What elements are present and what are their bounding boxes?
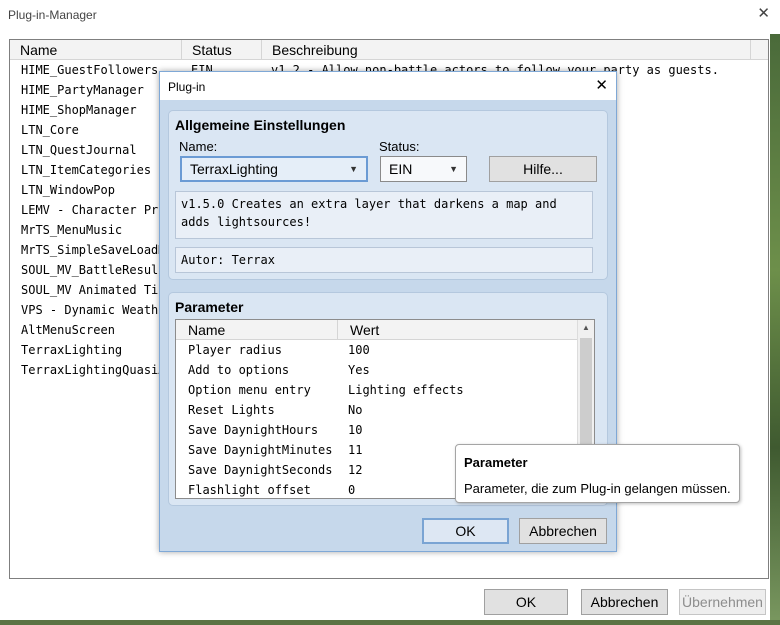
name-dropdown-value: TerraxLighting [190, 161, 278, 177]
apply-button[interactable]: Übernehmen [679, 589, 766, 615]
parameter-value: No [348, 403, 363, 417]
tooltip-title: Parameter [464, 455, 528, 470]
plugin-name: MrTS_MenuMusic [21, 223, 123, 237]
plugin-name: LTN_WindowPop [21, 183, 115, 197]
plugin-name: LTN_ItemCategories [21, 163, 152, 177]
ok-button[interactable]: OK [484, 589, 568, 615]
parameter-row[interactable]: Player radius 100 [176, 340, 578, 360]
parameter-name: Save DaynightHours [188, 423, 319, 437]
chevron-down-icon: ▼ [349, 164, 358, 174]
status-dropdown[interactable]: EIN ▼ [380, 156, 467, 182]
parameter-row[interactable]: Reset Lights No [176, 400, 578, 420]
plugin-name: HIME_GuestFollowers [21, 63, 159, 77]
parameter-value: Yes [348, 363, 370, 377]
parameter-name: Save DaynightMinutes [188, 443, 333, 457]
parameter-row[interactable]: Add to options Yes [176, 360, 578, 380]
column-header-status[interactable]: Status [182, 40, 262, 60]
plugin-name: MrTS_SimpleSaveLoadMe [21, 243, 173, 257]
tooltip-text: Parameter, die zum Plug-in gelangen müss… [464, 481, 731, 496]
plugin-name: SOUL_MV_BattleResults [21, 263, 173, 277]
description-box: v1.5.0 Creates an extra layer that darke… [175, 191, 593, 239]
parameter-value: 0 [348, 483, 356, 497]
chevron-down-icon: ▼ [449, 164, 458, 174]
plugin-name: VPS - Dynamic Weather [21, 303, 173, 317]
plugin-name: LTN_QuestJournal [21, 143, 137, 157]
parameter-tooltip: Parameter Parameter, die zum Plug-in gel… [455, 444, 740, 503]
plugin-name: TerraxLightingQuasiAB [21, 363, 173, 377]
dialog-ok-button[interactable]: OK [422, 518, 509, 544]
parameter-row[interactable]: Save DaynightHours 10 [176, 420, 578, 440]
parameter-table-header: Name Wert [176, 320, 578, 340]
status-label: Status: [379, 139, 420, 154]
dialog-close-icon[interactable]: ✕ [595, 76, 608, 94]
game-background-bottom [0, 620, 780, 625]
plugin-name: HIME_ShopManager [21, 103, 137, 117]
parameter-header-value[interactable]: Wert [338, 320, 578, 340]
dialog-title: Plug-in [168, 80, 206, 94]
parameter-value: 10 [348, 423, 363, 437]
column-header-name[interactable]: Name [10, 40, 182, 60]
plugin-list-header: Name Status Beschreibung [10, 40, 768, 60]
plugin-name: SOUL_MV Animated Titl [21, 283, 173, 297]
plugin-name: AltMenuScreen [21, 323, 115, 337]
parameter-value: Lighting effects [348, 383, 464, 397]
general-settings-title: Allgemeine Einstellungen [175, 117, 346, 133]
parameter-name: Player radius [188, 343, 282, 357]
parameter-name: Reset Lights [188, 403, 275, 417]
window-title: Plug-in-Manager [8, 8, 97, 22]
scroll-thumb[interactable] [580, 338, 592, 446]
cancel-button[interactable]: Abbrechen [581, 589, 668, 615]
parameter-value: 12 [348, 463, 363, 477]
parameter-value: 100 [348, 343, 370, 357]
plugin-name: LEMV - Character Pro [21, 203, 166, 217]
parameter-row[interactable]: Option menu entry Lighting effects [176, 380, 578, 400]
parameter-title: Parameter [175, 299, 244, 315]
dialog-cancel-button[interactable]: Abbrechen [519, 518, 607, 544]
general-settings-group: Allgemeine Einstellungen Name: Status: T… [168, 110, 608, 280]
plugin-name: LTN_Core [21, 123, 79, 137]
name-dropdown[interactable]: TerraxLighting ▼ [180, 156, 368, 182]
author-box: Autor: Terrax [175, 247, 593, 273]
plugin-name: TerraxLighting [21, 343, 123, 357]
status-dropdown-value: EIN [389, 161, 413, 177]
parameter-name: Save DaynightSeconds [188, 463, 333, 477]
parameter-header-name[interactable]: Name [176, 320, 338, 340]
scroll-up-icon[interactable]: ▲ [578, 320, 594, 336]
help-button[interactable]: Hilfe... [489, 156, 597, 182]
name-label: Name: [179, 139, 218, 154]
parameter-name: Option menu entry [188, 383, 311, 397]
parameter-value: 11 [348, 443, 363, 457]
parameter-name: Add to options [188, 363, 290, 377]
close-icon[interactable]: ✕ [757, 4, 770, 22]
plugin-name: HIME_PartyManager [21, 83, 144, 97]
column-header-description[interactable]: Beschreibung [262, 40, 751, 60]
parameter-name: Flashlight offset [188, 483, 311, 497]
game-background-strip [770, 34, 780, 625]
